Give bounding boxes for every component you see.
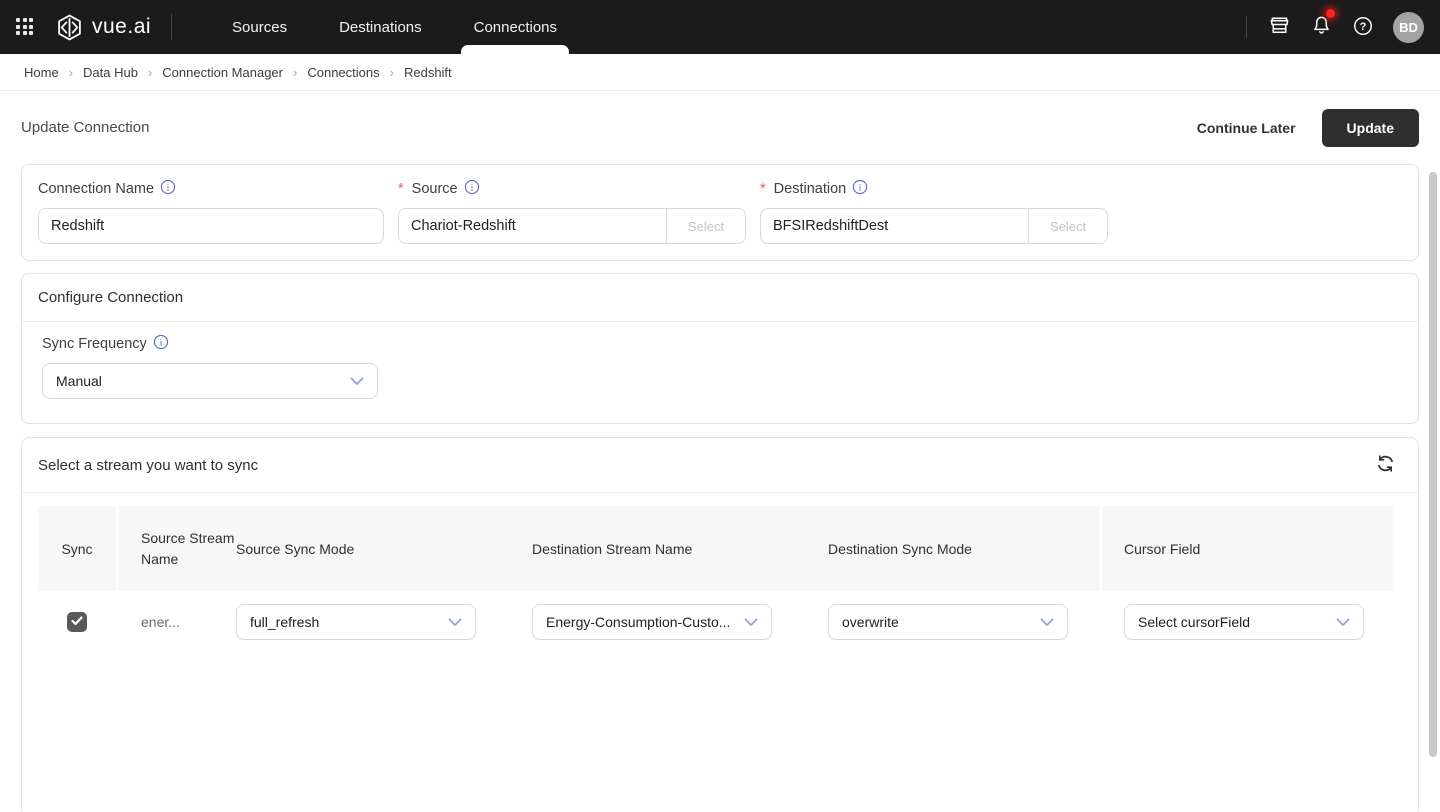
header-source-sync-mode: Source Sync Mode	[236, 540, 355, 557]
source-sync-mode-value: full_refresh	[250, 614, 320, 630]
connection-name-label: Connection Name	[38, 181, 155, 197]
breadcrumb-connections[interactable]: Connections	[307, 65, 379, 80]
connection-details-card: Connection Name i * Source i Select	[21, 164, 1419, 261]
info-icon[interactable]: i	[464, 179, 480, 199]
breadcrumb-data-hub[interactable]: Data Hub	[83, 65, 138, 80]
nav-right-divider	[1246, 16, 1247, 38]
info-icon[interactable]: i	[160, 179, 176, 199]
nav-item-sources[interactable]: Sources	[206, 0, 313, 54]
cursor-field-value: Select cursorField	[1138, 614, 1251, 630]
vue-ai-logo-icon	[56, 14, 83, 41]
destination-sync-mode-value: overwrite	[842, 614, 899, 630]
brand-logo[interactable]: vue.ai	[56, 14, 151, 41]
header-source-stream-name: Source Stream Name	[141, 530, 235, 567]
destination-select-button[interactable]: Select	[1028, 208, 1108, 244]
sync-frequency-label: Sync Frequency	[42, 336, 147, 352]
connection-name-label-row: Connection Name i	[38, 179, 384, 199]
help-button[interactable]: ?	[1352, 15, 1374, 40]
destination-sync-mode-select[interactable]: overwrite	[828, 604, 1068, 640]
notification-badge	[1326, 9, 1335, 18]
breadcrumb-home[interactable]: Home	[24, 65, 59, 80]
refresh-icon	[1375, 453, 1396, 477]
destination-stream-name-value: Energy-Consumption-Custo...	[546, 614, 731, 630]
sync-frequency-value: Manual	[56, 373, 102, 389]
breadcrumb-separator: ›	[293, 64, 298, 80]
source-label-row: * Source i	[398, 179, 746, 199]
top-navbar: vue.ai Sources Destinations Connections	[0, 0, 1440, 54]
svg-text:i: i	[859, 182, 862, 192]
marketplace-button[interactable]	[1268, 14, 1291, 40]
checkmark-icon	[71, 613, 83, 631]
breadcrumb-current-redshift: Redshift	[403, 64, 452, 80]
update-button[interactable]: Update	[1321, 108, 1419, 147]
chevron-down-icon	[1336, 614, 1350, 630]
source-field-group: * Source i Select	[398, 179, 746, 244]
breadcrumb: Home › Data Hub › Connection Manager › C…	[0, 54, 1440, 91]
connection-name-field-group: Connection Name i	[38, 179, 384, 244]
svg-text:i: i	[470, 182, 473, 192]
svg-text:?: ?	[1360, 21, 1367, 33]
required-marker: *	[398, 181, 404, 197]
stream-sync-card: Select a stream you want to sync Sync So…	[21, 437, 1419, 812]
nav-item-destinations[interactable]: Destinations	[313, 0, 448, 54]
chevron-down-icon	[744, 614, 758, 630]
connection-name-input[interactable]	[38, 208, 384, 244]
continue-later-button[interactable]: Continue Later	[1197, 120, 1296, 136]
cursor-field-select[interactable]: Select cursorField	[1124, 604, 1364, 640]
sync-frequency-select[interactable]: Manual	[42, 363, 378, 399]
header-destination-sync-mode: Destination Sync Mode	[828, 540, 972, 557]
vertical-scrollbar[interactable]	[1429, 172, 1437, 757]
nav-item-connections[interactable]: Connections	[448, 0, 583, 54]
destination-field-group: * Destination i Select	[760, 179, 1108, 244]
notifications-button[interactable]	[1310, 9, 1335, 40]
source-stream-name-cell: ener...	[141, 613, 180, 630]
stream-table-row: ener... full_refresh Energy-Consumption-…	[38, 604, 1403, 640]
nav-divider	[171, 14, 173, 40]
header-sync: Sync	[61, 540, 93, 557]
destination-label: Destination	[773, 181, 847, 197]
source-input[interactable]	[398, 208, 666, 244]
stream-table-header: Sync Source Stream Name Source Sync Mode…	[38, 506, 1403, 591]
header-cursor-field: Cursor Field	[1124, 540, 1201, 557]
sync-frequency-label-row: Sync Frequency i	[42, 334, 1402, 354]
required-marker: *	[760, 181, 766, 197]
configure-connection-title: Configure Connection	[38, 289, 184, 306]
breadcrumb-separator: ›	[389, 64, 394, 80]
destination-input[interactable]	[760, 208, 1028, 244]
chevron-down-icon	[350, 373, 364, 389]
stream-table: Sync Source Stream Name Source Sync Mode…	[22, 493, 1418, 640]
configure-connection-card: Configure Connection Sync Frequency i Ma…	[21, 273, 1419, 424]
main-nav: Sources Destinations Connections	[206, 0, 583, 54]
user-avatar[interactable]: BD	[1393, 11, 1424, 43]
source-sync-mode-select[interactable]: full_refresh	[236, 604, 476, 640]
app-grid-icon[interactable]	[16, 18, 34, 36]
destination-label-row: * Destination i	[760, 179, 1108, 199]
chevron-down-icon	[448, 614, 462, 630]
page-title: Update Connection	[21, 119, 150, 136]
question-mark-icon: ?	[1352, 15, 1374, 40]
svg-text:i: i	[167, 182, 170, 192]
breadcrumb-separator: ›	[68, 64, 74, 80]
info-icon[interactable]: i	[852, 179, 868, 199]
breadcrumb-connection-manager[interactable]: Connection Manager	[162, 65, 283, 80]
storefront-icon	[1268, 14, 1291, 40]
source-select-button[interactable]: Select	[666, 208, 746, 244]
brand-name: vue.ai	[92, 15, 152, 38]
page-header: Update Connection Continue Later Update	[0, 91, 1440, 164]
svg-text:i: i	[160, 337, 163, 347]
breadcrumb-separator: ›	[147, 64, 153, 80]
chevron-down-icon	[1040, 614, 1054, 630]
info-icon[interactable]: i	[153, 334, 169, 354]
refresh-button[interactable]	[1375, 453, 1396, 477]
stream-section-title: Select a stream you want to sync	[38, 456, 259, 474]
header-destination-stream-name: Destination Stream Name	[532, 540, 693, 557]
sync-checkbox[interactable]	[67, 612, 87, 632]
destination-stream-name-select[interactable]: Energy-Consumption-Custo...	[532, 604, 772, 640]
source-label: Source	[411, 181, 458, 197]
